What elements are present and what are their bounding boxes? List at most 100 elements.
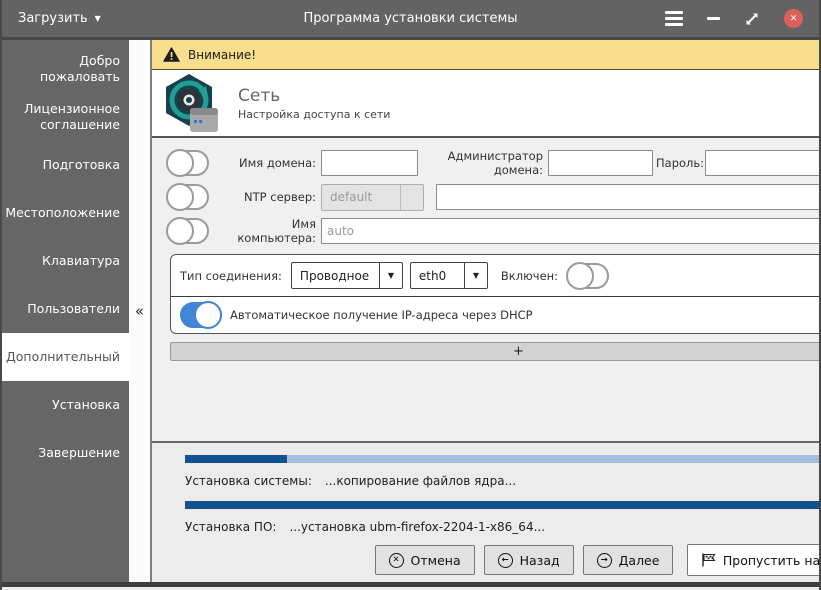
sidebar-item-label: Дополнительный bbox=[5, 349, 120, 365]
interface-value: eth0 bbox=[418, 268, 447, 283]
arrow-left-icon: ← bbox=[497, 552, 513, 568]
sidebar-item-completion[interactable]: Завершение bbox=[2, 429, 129, 477]
connection-type-select[interactable]: Проводное ▼ bbox=[290, 262, 403, 289]
close-icon: ✕ bbox=[789, 13, 798, 24]
software-progress-row: Установка ПО: ...установка ubm-firefox-2… bbox=[185, 513, 819, 541]
system-progress-row: Установка системы: ...копирование файлов… bbox=[185, 467, 819, 495]
interface-select[interactable]: eth0 ▼ bbox=[409, 262, 488, 289]
menu-icon[interactable] bbox=[665, 11, 683, 26]
minimize-button[interactable] bbox=[707, 17, 720, 20]
hostname-input[interactable] bbox=[321, 218, 819, 244]
ntp-preset-value: default bbox=[330, 190, 373, 204]
sidebar-item-keyboard[interactable]: Клавиатура bbox=[2, 237, 129, 285]
network-form-area: Имя домена: Администратор домена: Пароль… bbox=[152, 138, 819, 443]
progress-panel: Установка системы: ...копирование файлов… bbox=[152, 443, 821, 582]
software-progress-fill bbox=[185, 501, 819, 509]
domain-toggle[interactable] bbox=[166, 149, 209, 177]
system-progress-status: ...копирование файлов ядра... bbox=[324, 474, 517, 488]
domain-admin-label: Администратор домена: bbox=[447, 149, 543, 177]
next-button[interactable]: → Далее bbox=[582, 545, 674, 575]
warning-triangle-icon bbox=[163, 47, 180, 62]
sidebar-item-label: Установка bbox=[52, 397, 120, 413]
sidebar-item-label: Завершение bbox=[38, 445, 120, 461]
flag-icon bbox=[702, 553, 716, 567]
hostname-label: Имя компьютера: bbox=[237, 217, 316, 245]
chevron-down-icon: ▼ bbox=[378, 263, 402, 288]
installer-window: Загрузить ▼ Программа установки системы … bbox=[0, 0, 821, 590]
close-button[interactable]: ✕ bbox=[784, 9, 803, 28]
load-menu-label: Загрузить bbox=[18, 11, 88, 26]
connection-type-value: Проводное bbox=[299, 268, 370, 283]
cancel-label: Отмена bbox=[410, 552, 461, 568]
back-label: Назад bbox=[519, 552, 560, 568]
dhcp-row: Автоматическое получение IP-адреса через… bbox=[171, 297, 819, 333]
software-progress-label: Установка ПО: bbox=[185, 520, 277, 534]
system-progress-bar bbox=[185, 455, 819, 463]
dhcp-label: Автоматическое получение IP-адреса через… bbox=[230, 308, 533, 322]
sidebar-item-preparation[interactable]: Подготовка bbox=[2, 141, 129, 189]
sidebar-item-label: Местоположение bbox=[5, 205, 120, 221]
sidebar-item-location[interactable]: Местоположение bbox=[2, 189, 129, 237]
password-input[interactable] bbox=[705, 150, 819, 176]
collapse-sidebar-icon[interactable]: « bbox=[135, 302, 144, 320]
cancel-icon: ✕ bbox=[388, 552, 404, 568]
ntp-custom-input[interactable] bbox=[436, 184, 819, 210]
domain-row: Имя домена: Администратор домена: Пароль… bbox=[166, 149, 819, 177]
system-progress-fill bbox=[185, 455, 287, 463]
hostname-toggle[interactable] bbox=[166, 217, 209, 245]
back-button[interactable]: ← Назад bbox=[483, 545, 574, 575]
sidebar-item-welcome[interactable]: Добро пожаловать bbox=[2, 45, 129, 93]
chevron-down-icon: ▼ bbox=[463, 263, 487, 288]
software-progress-bar bbox=[185, 501, 819, 509]
software-progress-status: ...установка ubm-firefox-2204-1-x86_64..… bbox=[289, 520, 546, 534]
hostname-row: Имя компьютера: bbox=[166, 217, 819, 245]
connection-settings-row: Тип соединения: Проводное ▼ eth0 ▼ Включ… bbox=[171, 255, 819, 296]
next-label: Далее bbox=[618, 552, 660, 568]
skip-label: Пропустить настройку bbox=[722, 552, 821, 568]
chevron-down-icon bbox=[400, 184, 423, 210]
system-progress-label: Установка системы: bbox=[185, 474, 312, 488]
sidebar-item-users[interactable]: Пользователи bbox=[2, 285, 129, 333]
ntp-preset-select[interactable]: default bbox=[321, 183, 424, 211]
sidebar-item-installation[interactable]: Установка bbox=[2, 381, 129, 429]
resize-icon bbox=[746, 13, 758, 24]
sidebar-item-label: Пользователи bbox=[27, 301, 120, 317]
add-connection-button[interactable]: + bbox=[170, 342, 819, 361]
dhcp-toggle[interactable] bbox=[180, 301, 222, 329]
chevron-down-icon: ▼ bbox=[94, 14, 101, 23]
password-label: Пароль: bbox=[656, 156, 705, 170]
cancel-button[interactable]: ✕ Отмена bbox=[374, 545, 475, 575]
steps-sidebar: Добро пожаловать Лицензионное соглашение… bbox=[2, 40, 129, 582]
sidebar-item-label: Подготовка bbox=[42, 157, 120, 173]
window-bottom-edge bbox=[2, 582, 819, 587]
section-header: Сеть Настройка доступа к сети bbox=[152, 70, 819, 138]
sidebar-item-license[interactable]: Лицензионное соглашение bbox=[2, 93, 129, 141]
connection-enabled-toggle[interactable] bbox=[566, 261, 610, 290]
ntp-row: NTP сервер: default bbox=[166, 183, 819, 211]
warning-text: Внимание! bbox=[188, 47, 257, 62]
connection-card: Тип соединения: Проводное ▼ eth0 ▼ Включ… bbox=[170, 254, 819, 334]
enabled-label: Включен: bbox=[500, 268, 559, 283]
domain-name-label: Имя домена: bbox=[238, 156, 316, 170]
page-title: Сеть bbox=[238, 85, 281, 106]
sidebar-item-additional[interactable]: Дополнительный bbox=[2, 333, 129, 381]
network-icon bbox=[166, 74, 218, 132]
sidebar-item-label: Добро пожаловать bbox=[39, 53, 120, 84]
domain-name-input[interactable] bbox=[321, 150, 418, 176]
maximize-button[interactable] bbox=[744, 11, 760, 27]
load-menu-button[interactable]: Загрузить ▼ bbox=[18, 11, 101, 26]
sidebar-item-label: Лицензионное соглашение bbox=[24, 101, 120, 132]
arrow-right-icon: → bbox=[596, 552, 612, 568]
domain-admin-input[interactable] bbox=[548, 150, 653, 176]
sidebar-collapse-strip: « bbox=[129, 40, 152, 582]
sidebar-item-label: Клавиатура bbox=[42, 253, 120, 269]
section-titles: Сеть Настройка доступа к сети bbox=[238, 86, 390, 121]
ntp-toggle[interactable] bbox=[166, 183, 209, 211]
page-subtitle: Настройка доступа к сети bbox=[238, 107, 391, 121]
content-panel: Внимание! Сеть Настройка доступа к сети … bbox=[152, 40, 821, 582]
skip-setup-button[interactable]: Пропустить настройку bbox=[686, 544, 821, 576]
connection-type-label: Тип соединения: bbox=[180, 268, 282, 283]
window-controls: ✕ bbox=[665, 9, 803, 28]
titlebar: Загрузить ▼ Программа установки системы … bbox=[2, 0, 819, 40]
warning-banner: Внимание! bbox=[152, 40, 819, 70]
